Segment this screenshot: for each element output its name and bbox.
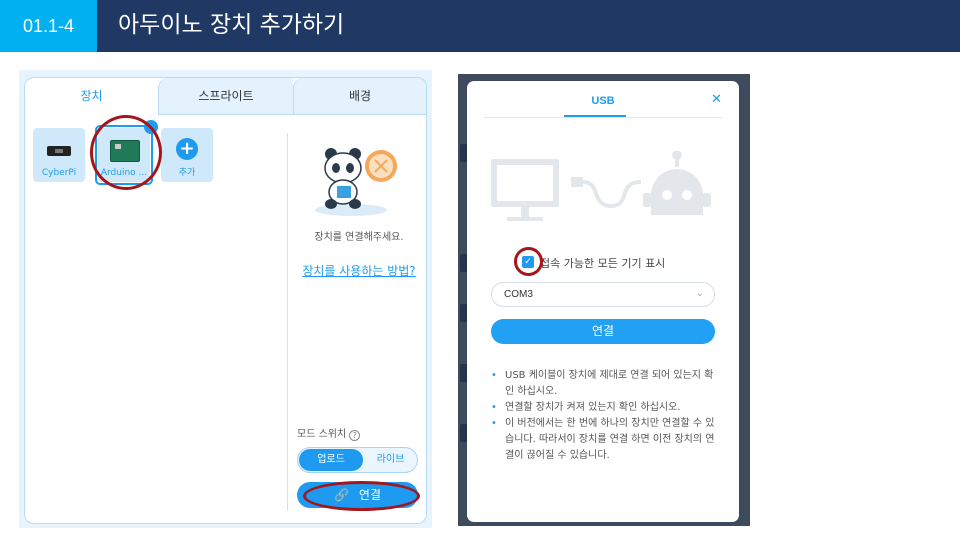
device-panel: 스프라이트 배경 장치 CyberPi Arduino ... + 추가 장치를…: [24, 77, 427, 524]
connect-device-message: 장치를 연결해주세요.: [314, 232, 404, 243]
connection-notes: USB 케이블이 장치에 제대로 연결 되어 있는지 확인 하십시오. 연결할 …: [489, 368, 719, 464]
port-value: COM3: [504, 289, 533, 300]
panda-mascot-icon: [315, 148, 397, 216]
port-select[interactable]: COM3 ⌄: [491, 282, 715, 307]
dialog-connect-button[interactable]: 연결: [491, 319, 715, 344]
slide: 01.1-4 아두이노 장치 추가하기 스프라이트 배경 장치 CyberPi …: [0, 0, 960, 540]
highlight-ring-checkbox: [514, 247, 543, 276]
mode-toggle[interactable]: 업로드 라이브: [297, 447, 418, 473]
usb-connection-illustration-icon: [491, 151, 711, 221]
device-card-cyberpi[interactable]: CyberPi: [33, 128, 85, 182]
dialog-tab-divider: [484, 117, 722, 118]
mode-switch-label: 모드 스위치?: [297, 425, 361, 441]
cyberpi-board-icon: [47, 146, 71, 156]
plus-icon: +: [176, 138, 198, 160]
tab-sprites[interactable]: 스프라이트: [158, 78, 293, 115]
chevron-down-icon: ⌄: [695, 288, 704, 299]
tab-usb[interactable]: USB: [579, 95, 627, 107]
panel-tabs: 스프라이트 배경 장치: [25, 78, 426, 115]
device-label: CyberPi: [41, 168, 77, 178]
show-all-label: 접속 가능한 모든 기기 표시: [540, 257, 666, 270]
mode-upload-option[interactable]: 업로드: [299, 449, 363, 471]
howto-link[interactable]: 장치를 사용하는 방법?: [290, 262, 426, 279]
slide-number: 01.1-4: [0, 0, 97, 52]
note-item: 연결할 장치가 켜져 있는지 확인 하십시오.: [489, 400, 719, 416]
mode-live-option[interactable]: 라이브: [364, 449, 417, 471]
tab-devices[interactable]: 장치: [25, 78, 158, 115]
device-label: 추가: [178, 168, 196, 178]
add-device-button[interactable]: + 추가: [161, 128, 213, 182]
usb-connect-dialog: USB ✕ ✓ 접속 가능한 모든 기기 표시 COM3 ⌄ 연결 USB 케이: [467, 81, 739, 522]
help-icon[interactable]: ?: [349, 430, 361, 441]
highlight-ring-arduino: [90, 115, 162, 190]
note-item: 이 버전에서는 한 번에 하나의 장치만 연결할 수 있습니다. 따라서이 장치…: [489, 416, 719, 464]
slide-title: 아두이노 장치 추가하기: [118, 12, 345, 38]
highlight-ring-connect: [303, 481, 420, 511]
tab-usb-underline: [564, 115, 626, 117]
tab-backgrounds[interactable]: 배경: [293, 78, 426, 115]
mode-switch-text: 모드 스위치: [297, 429, 347, 440]
divider: [287, 133, 288, 511]
note-item: USB 케이블이 장치에 제대로 연결 되어 있는지 확인 하십시오.: [489, 368, 719, 400]
device-panel-screenshot: 스프라이트 배경 장치 CyberPi Arduino ... + 추가 장치를…: [19, 70, 432, 528]
slide-title-bar: 01.1-4 아두이노 장치 추가하기: [0, 0, 960, 52]
close-icon[interactable]: ✕: [711, 92, 722, 107]
